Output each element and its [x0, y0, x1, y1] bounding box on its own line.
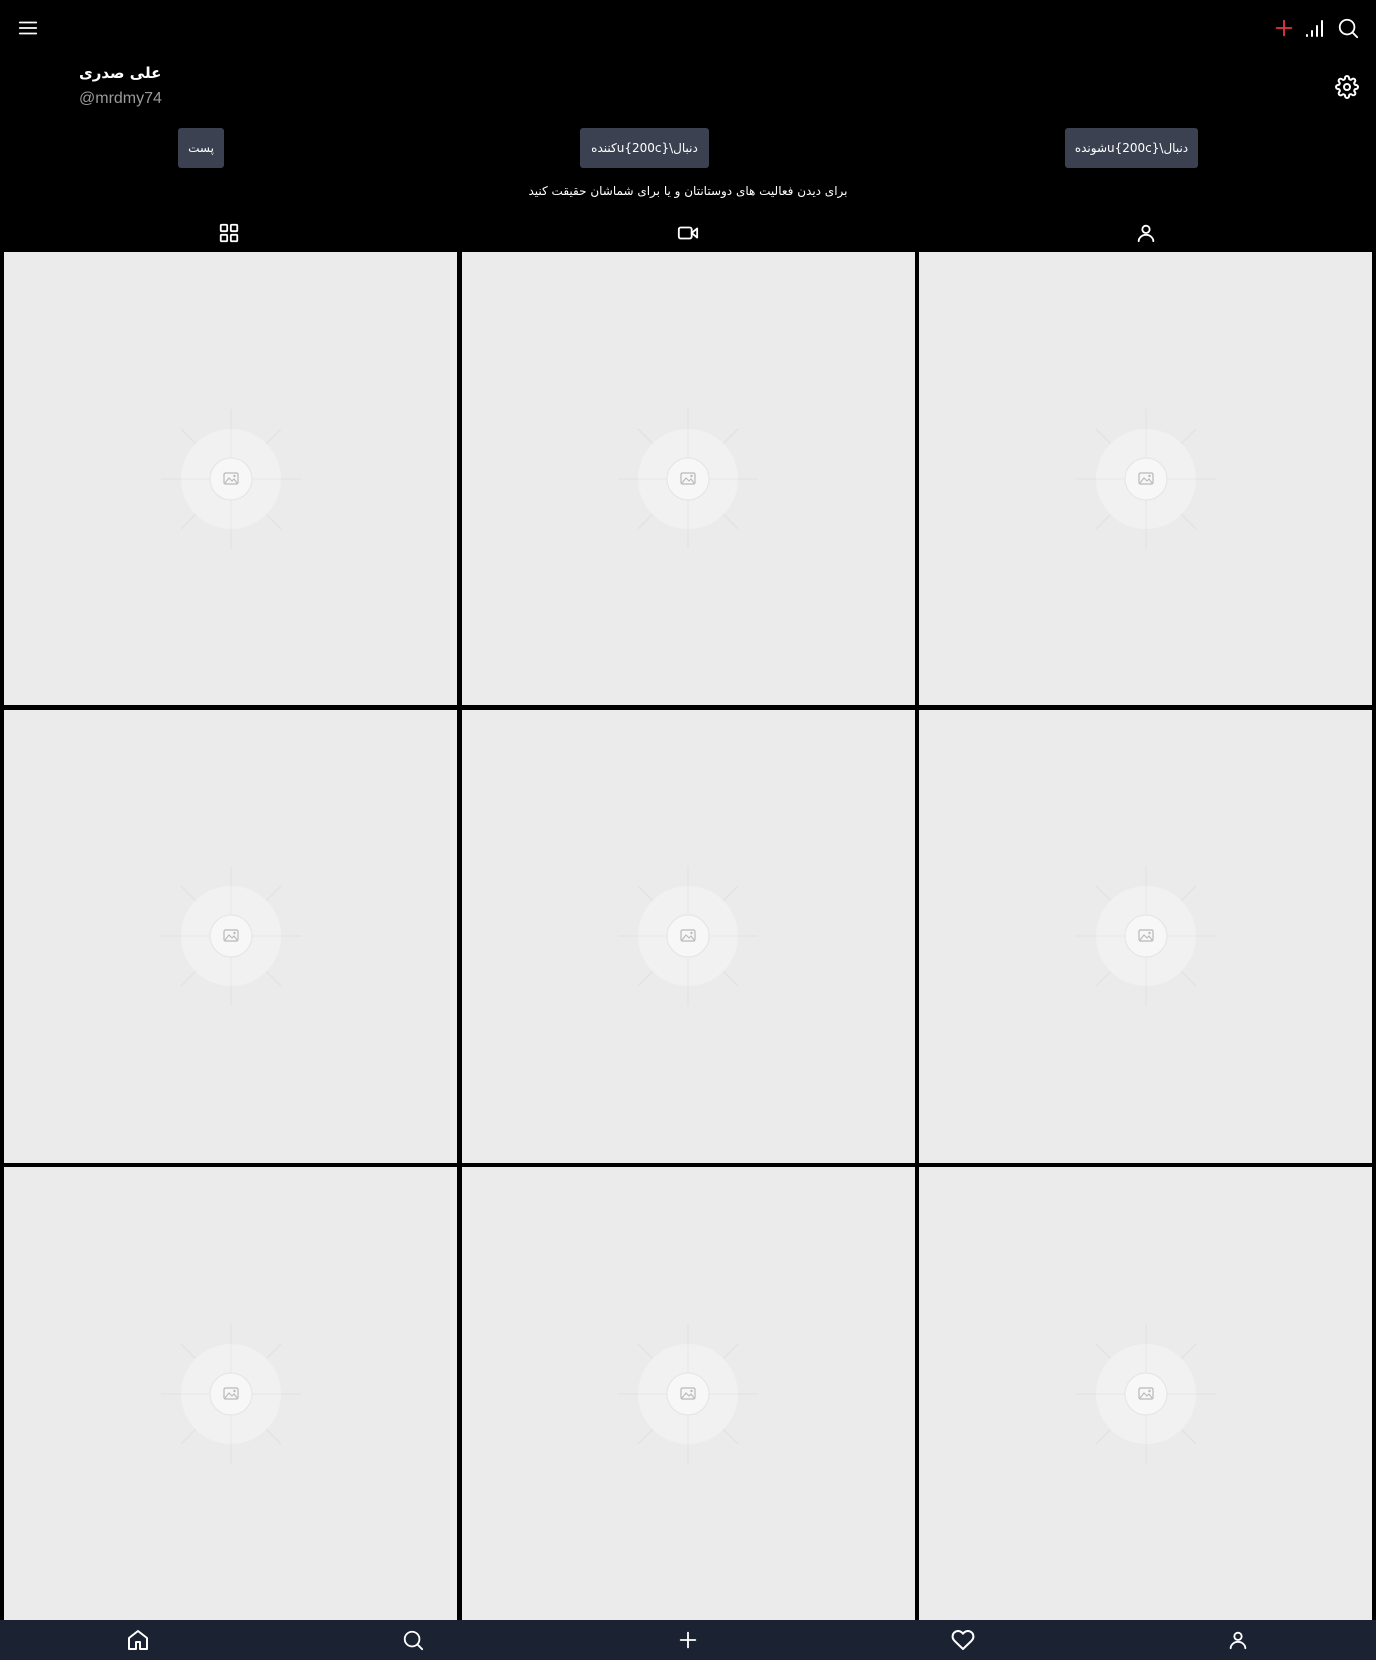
- heart-icon: [951, 1630, 975, 1650]
- menu-icon[interactable]: [14, 14, 42, 42]
- settings-icon[interactable]: [1333, 73, 1361, 101]
- image-placeholder-icon: [160, 866, 301, 1006]
- posts-button[interactable]: پست: [178, 128, 224, 168]
- signal-icon[interactable]: [1302, 14, 1330, 42]
- nav-create[interactable]: [550, 1620, 825, 1660]
- video-icon: [677, 226, 699, 240]
- following-button[interactable]: دنبال\u{200c}کننده: [580, 128, 709, 168]
- tab-grid[interactable]: [214, 218, 244, 248]
- post-tile[interactable]: [461, 709, 915, 1163]
- home-icon: [127, 1630, 148, 1650]
- post-tile[interactable]: [461, 252, 915, 705]
- image-placeholder-icon: [160, 408, 301, 549]
- post-tile[interactable]: [461, 1167, 915, 1620]
- image-placeholder-icon: [1075, 1323, 1216, 1464]
- post-tile[interactable]: [919, 709, 1372, 1163]
- bottom-nav: [0, 1620, 1376, 1660]
- post-tile[interactable]: [4, 1167, 457, 1620]
- image-placeholder-icon: [1075, 408, 1216, 549]
- nav-activity[interactable]: [826, 1620, 1101, 1660]
- profile-page: علی صدری @mrdmy74 پست دنبال\u{200c}کننده…: [0, 0, 1376, 1660]
- nav-profile[interactable]: [1101, 1620, 1376, 1660]
- followers-button[interactable]: دنبال\u{200c}شونده: [1065, 128, 1198, 168]
- user-icon: [1137, 224, 1155, 243]
- post-tile[interactable]: [919, 252, 1372, 705]
- image-placeholder-icon: [618, 408, 758, 549]
- nav-home[interactable]: [0, 1620, 275, 1660]
- search-icon[interactable]: [1334, 14, 1362, 42]
- top-bar: [0, 0, 1376, 56]
- post-tile[interactable]: [4, 709, 457, 1163]
- image-placeholder-icon: [160, 1323, 301, 1464]
- search-icon: [403, 1630, 423, 1651]
- info-text: برای دیدن فعالیت های دوستانتان و یا برای…: [528, 184, 848, 198]
- plus-icon[interactable]: [1270, 14, 1298, 42]
- tab-tagged[interactable]: [1131, 218, 1161, 248]
- profile-handle: @mrdmy74: [79, 90, 162, 107]
- image-placeholder-icon: [618, 866, 758, 1006]
- profile-name: علی صدری: [79, 64, 162, 82]
- plus-icon: [679, 1631, 697, 1649]
- post-tile[interactable]: [4, 252, 457, 705]
- nav-search[interactable]: [275, 1620, 550, 1660]
- tab-video[interactable]: [673, 218, 703, 248]
- user-icon: [1230, 1631, 1247, 1650]
- image-placeholder-icon: [1075, 866, 1216, 1006]
- grid-icon: [219, 223, 239, 243]
- posts-grid: [4, 252, 1372, 1620]
- image-placeholder-icon: [618, 1323, 758, 1464]
- post-tile[interactable]: [919, 1167, 1372, 1620]
